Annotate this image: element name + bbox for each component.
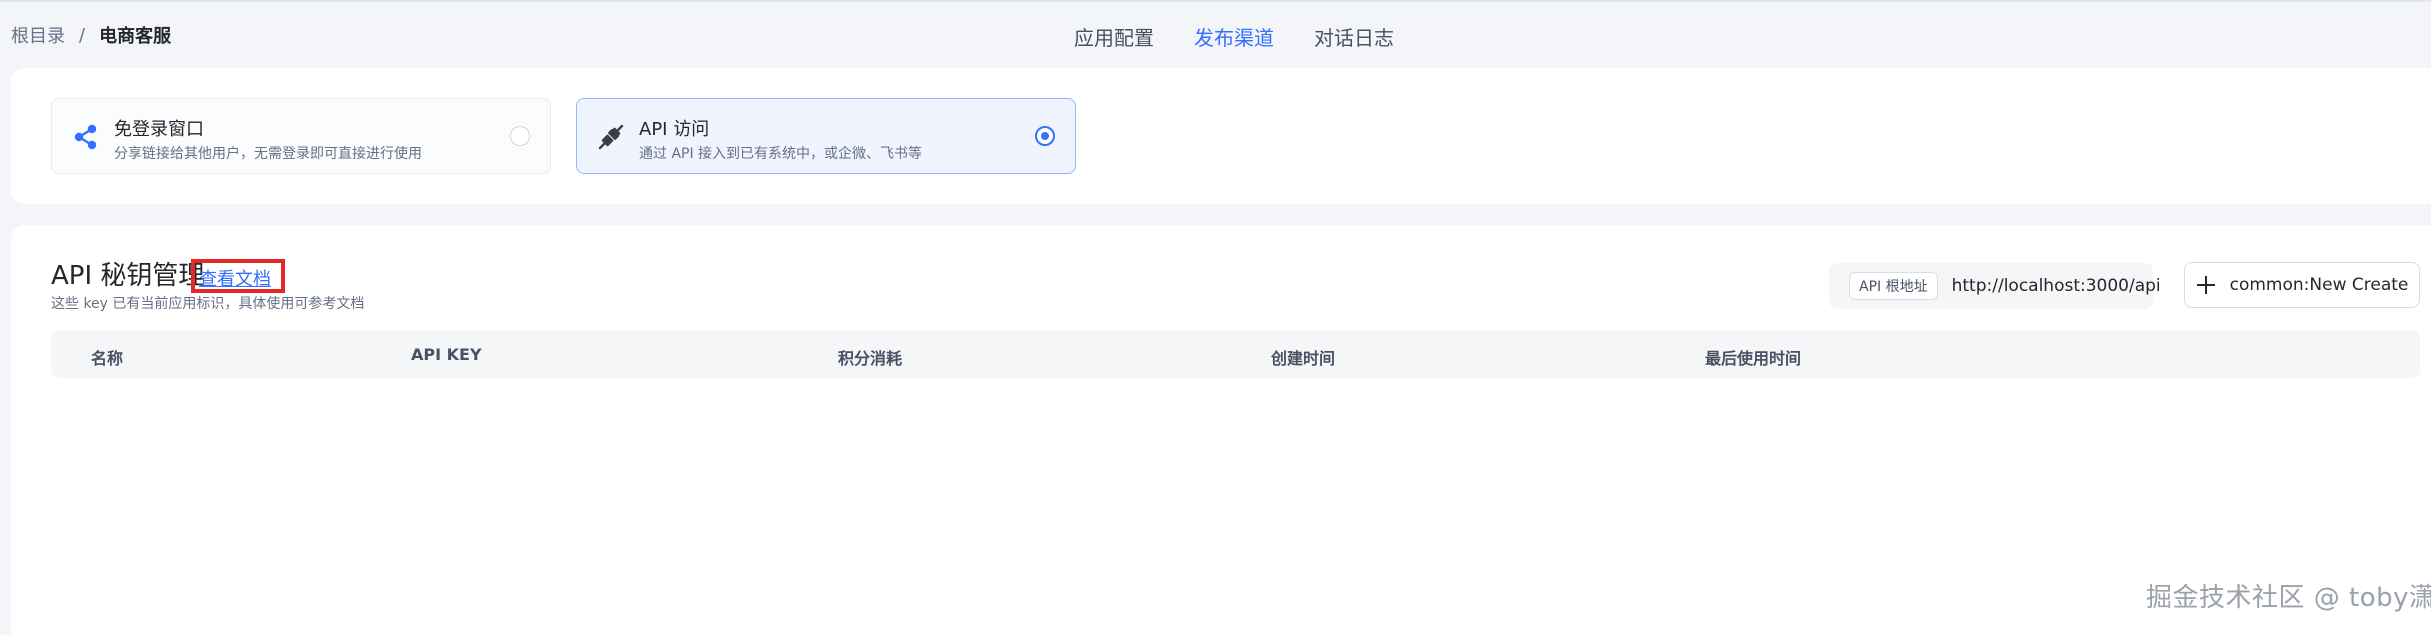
tab-chat-logs[interactable]: 对话日志 xyxy=(1314,22,1394,51)
api-plug-icon xyxy=(598,124,624,150)
view-docs-link[interactable]: 查看文档 xyxy=(199,269,271,290)
new-create-button[interactable]: common:New Create xyxy=(2184,262,2420,308)
top-tabs: 应用配置 发布渠道 对话日志 xyxy=(1074,22,1394,51)
column-header-api-key: API KEY xyxy=(411,345,482,364)
api-base-url: API 根地址 http://localhost:3000/api xyxy=(1829,263,2161,309)
channel-radio-share-link[interactable] xyxy=(510,126,530,146)
breadcrumb: 根目录 / 电商客服 xyxy=(11,22,171,48)
new-create-label: common:New Create xyxy=(2229,275,2409,295)
tab-app-config[interactable]: 应用配置 xyxy=(1074,22,1154,51)
channel-radio-api-access[interactable] xyxy=(1035,126,1055,146)
base-url-label: API 根地址 xyxy=(1849,272,1938,300)
doc-link-highlight: 查看文档 xyxy=(191,259,285,293)
api-key-table-header: 名称 API KEY 积分消耗 创建时间 最后使用时间 xyxy=(51,330,2420,378)
page-header: 根目录 / 电商客服 应用配置 发布渠道 对话日志 xyxy=(0,2,2431,66)
tab-publish-channel[interactable]: 发布渠道 xyxy=(1194,22,1274,51)
column-header-credits: 积分消耗 xyxy=(838,349,903,368)
channel-card-api-access[interactable]: API 访问 通过 API 接入到已有系统中，或企微、飞书等 xyxy=(576,98,1076,174)
api-key-subtitle: 这些 key 已有当前应用标识，具体使用可参考文档 xyxy=(51,296,365,312)
base-url-value[interactable]: http://localhost:3000/api xyxy=(1952,276,2161,296)
watermark: 掘金技术社区 @ toby潇 xyxy=(2146,583,2431,613)
column-header-last-used-time: 最后使用时间 xyxy=(1705,349,1802,368)
column-header-created-time: 创建时间 xyxy=(1271,349,1336,368)
api-key-title: API 秘钥管理 xyxy=(51,261,205,291)
breadcrumb-separator: / xyxy=(79,24,86,46)
channel-card-share-link[interactable]: 免登录窗口 分享链接给其他用户，无需登录即可直接进行使用 xyxy=(51,98,551,174)
channel-card-description: 通过 API 接入到已有系统中，或企微、飞书等 xyxy=(639,146,923,162)
publish-channel-panel: 免登录窗口 分享链接给其他用户，无需登录即可直接进行使用 API 访问 通过 A… xyxy=(11,68,2431,204)
channel-card-title: 免登录窗口 xyxy=(114,119,204,140)
breadcrumb-root-link[interactable]: 根目录 xyxy=(11,22,65,48)
breadcrumb-current: 电商客服 xyxy=(99,26,172,47)
column-header-name: 名称 xyxy=(91,349,124,368)
api-key-panel: API 秘钥管理 查看文档 这些 key 已有当前应用标识，具体使用可参考文档 … xyxy=(11,225,2431,635)
channel-card-title: API 访问 xyxy=(639,119,710,140)
share-icon xyxy=(74,124,97,150)
channel-card-description: 分享链接给其他用户，无需登录即可直接进行使用 xyxy=(114,146,422,162)
plus-icon xyxy=(2196,275,2216,295)
